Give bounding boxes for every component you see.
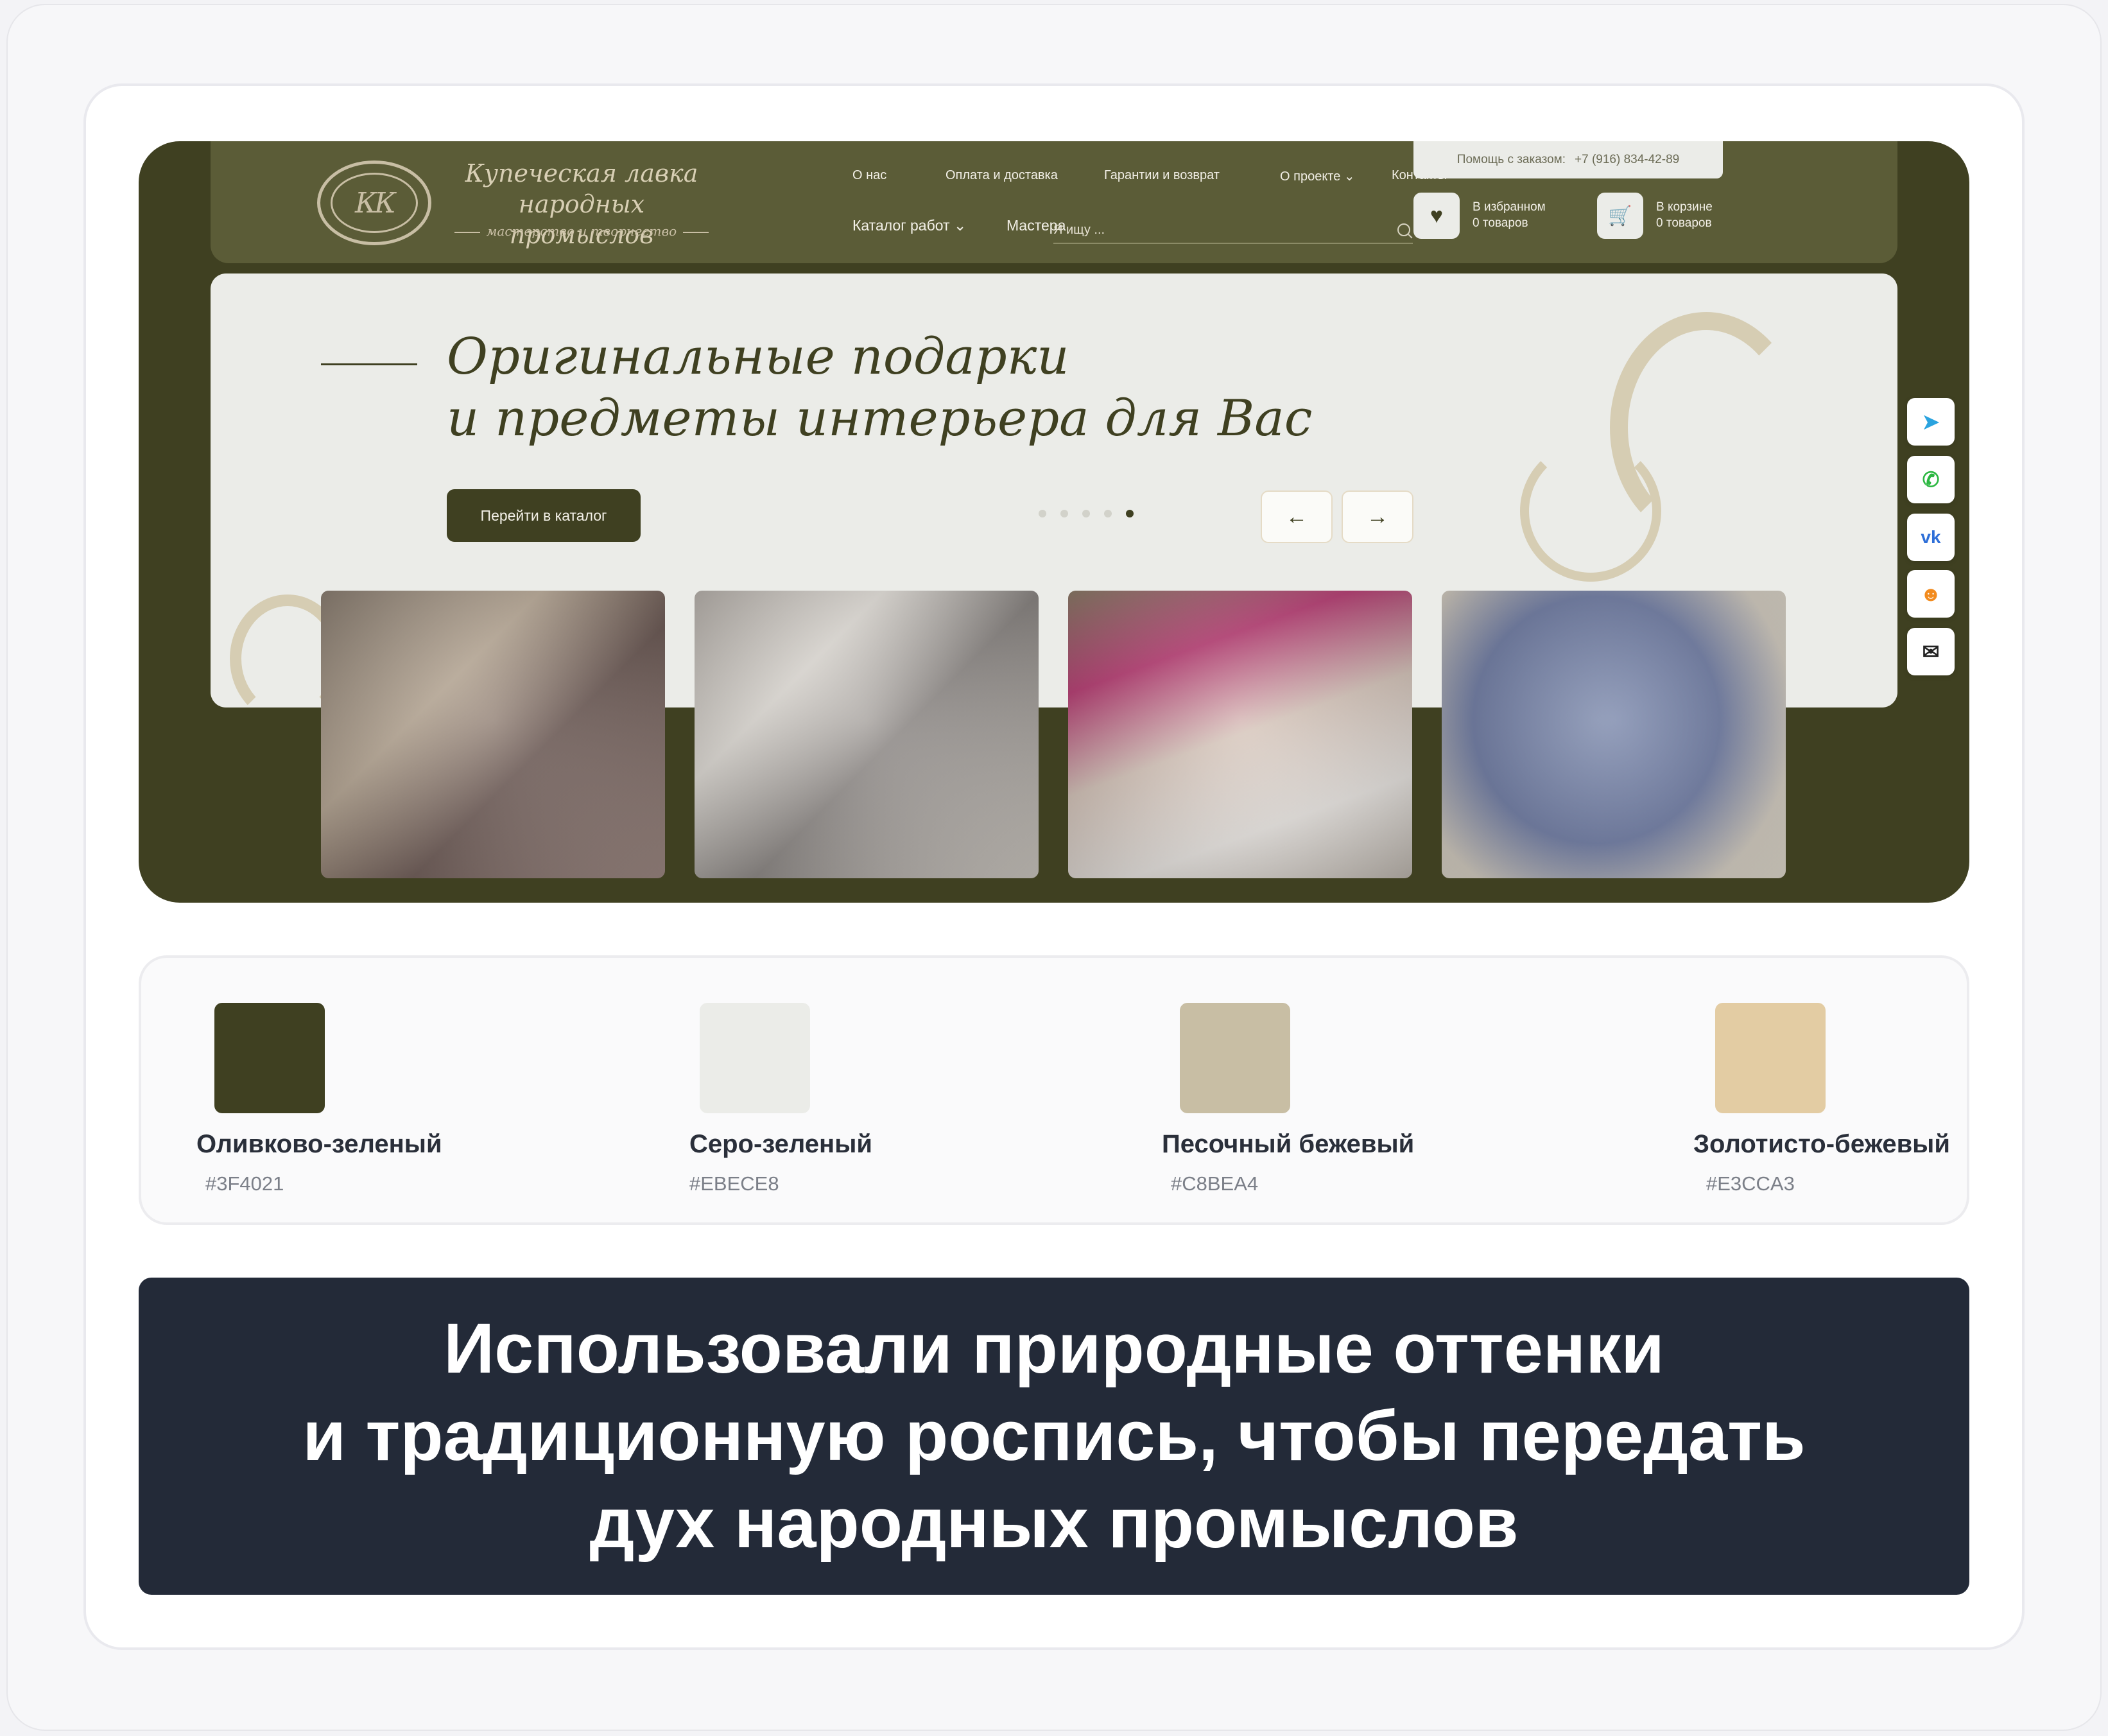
swatch-hex: #EBECE8 bbox=[689, 1172, 779, 1195]
search-input[interactable] bbox=[1053, 218, 1374, 241]
help-order: Помощь с заказом: +7 (916) 834-42-89 bbox=[1413, 141, 1723, 178]
cart-icon: 🛒 bbox=[1608, 205, 1632, 227]
swatch-golden-beige bbox=[1715, 1003, 1826, 1113]
slider-dot[interactable] bbox=[1104, 510, 1112, 517]
swatch-hex: #3F4021 bbox=[205, 1172, 284, 1195]
logo-subtitle-text: мастерство и творчество bbox=[486, 223, 677, 239]
swatch-name: Оливково-зеленый bbox=[196, 1130, 442, 1158]
nav-payment-delivery[interactable]: Оплата и доставка bbox=[946, 168, 1058, 183]
caption-line2: и традиционную роспись, чтобы передать bbox=[302, 1396, 1806, 1475]
site-header: КК Купеческая лавка народных промыслов м… bbox=[211, 141, 1897, 263]
hero-title-line2: и предметы интерьера для Вас bbox=[447, 390, 1313, 447]
whatsapp-icon[interactable]: ✆ bbox=[1907, 456, 1955, 503]
product-photo-jewelry-dish[interactable] bbox=[695, 591, 1039, 878]
logo-emblem[interactable]: КК bbox=[317, 161, 431, 245]
go-to-catalog-button[interactable]: Перейти в каталог bbox=[447, 489, 641, 542]
cart-label[interactable]: В корзине 0 товаров bbox=[1656, 199, 1713, 231]
slider-dot[interactable] bbox=[1039, 510, 1046, 517]
product-photo-flower-vase[interactable] bbox=[1068, 591, 1412, 878]
vk-icon[interactable]: vk bbox=[1907, 514, 1955, 561]
favorites-button[interactable]: ♥ bbox=[1413, 193, 1460, 239]
nav-warranty-returns[interactable]: Гарантии и возврат bbox=[1104, 168, 1220, 183]
heart-icon: ♥ bbox=[1430, 203, 1444, 228]
cart-count: 0 товаров bbox=[1656, 216, 1712, 230]
swatch-name: Песочный бежевый bbox=[1162, 1130, 1415, 1158]
swatch-hex: #C8BEA4 bbox=[1171, 1172, 1259, 1195]
swatch-name: Серо-зеленый bbox=[689, 1130, 872, 1158]
nav-about[interactable]: О нас bbox=[852, 168, 886, 183]
slider-dot[interactable] bbox=[1082, 510, 1090, 517]
arrow-left-icon: ← bbox=[1286, 504, 1308, 529]
swatch-olive-green bbox=[214, 1003, 325, 1113]
caption-text: Использовали природные оттенки и традици… bbox=[302, 1305, 1805, 1567]
favorites-label[interactable]: В избранном 0 товаров bbox=[1473, 199, 1546, 231]
favorites-count: 0 товаров bbox=[1473, 216, 1528, 230]
nav-catalog[interactable]: Каталог работ ⌄ bbox=[852, 217, 966, 234]
caption-banner: Использовали природные оттенки и традици… bbox=[139, 1278, 1969, 1595]
nav-project[interactable]: О проекте ⌄ bbox=[1280, 168, 1355, 184]
logo-title-line2: народных промыслов bbox=[509, 190, 654, 249]
cart-title: В корзине bbox=[1656, 200, 1713, 214]
telegram-icon[interactable]: ➤ bbox=[1907, 398, 1955, 446]
logo-emblem-inner: КК bbox=[331, 173, 418, 233]
slider-dot[interactable] bbox=[1060, 510, 1068, 517]
hero-title-line1: Оригинальные подарки bbox=[447, 328, 1069, 386]
logo-mark: КК bbox=[354, 186, 396, 220]
mail-icon[interactable]: ✉ bbox=[1907, 628, 1955, 675]
ornament-swirl-small bbox=[1520, 440, 1661, 582]
slider-dot-active[interactable] bbox=[1126, 510, 1134, 517]
search-icon[interactable] bbox=[1397, 223, 1410, 236]
swatch-sand-beige bbox=[1180, 1003, 1290, 1113]
logo-title-line1: Купеческая лавка bbox=[465, 159, 698, 187]
slider-prev-button[interactable]: ← bbox=[1261, 490, 1333, 543]
caption-line1: Использовали природные оттенки bbox=[444, 1309, 1664, 1388]
color-palette: Оливково-зеленый #3F4021 Серо-зеленый #E… bbox=[139, 955, 1969, 1225]
hero-accent-line bbox=[321, 363, 417, 365]
caption-line3: дух народных промыслов bbox=[589, 1484, 1519, 1563]
swatch-gray-green bbox=[700, 1003, 810, 1113]
swatch-name: Золотисто-бежевый bbox=[1693, 1130, 1950, 1158]
slider-dots bbox=[1039, 510, 1134, 517]
product-photo-epoxy-clock[interactable] bbox=[1442, 591, 1786, 878]
slider-next-button[interactable]: → bbox=[1342, 490, 1413, 543]
cart-button[interactable]: 🛒 bbox=[1597, 193, 1643, 239]
product-photo-spools[interactable] bbox=[321, 591, 665, 878]
search-bar bbox=[1053, 218, 1413, 244]
hero-title: Оригинальные подарки и предметы интерьер… bbox=[447, 326, 1345, 449]
swatch-hex: #E3CCA3 bbox=[1706, 1172, 1795, 1195]
favorites-title: В избранном bbox=[1473, 200, 1546, 214]
help-label: Помощь с заказом: bbox=[1456, 153, 1566, 166]
help-phone[interactable]: +7 (916) 834-42-89 bbox=[1575, 153, 1679, 167]
logo-subtitle: мастерство и творчество bbox=[447, 223, 716, 239]
odnoklassniki-icon[interactable]: ☻ bbox=[1907, 570, 1955, 618]
arrow-right-icon: → bbox=[1367, 504, 1388, 529]
site-mockup: КК Купеческая лавка народных промыслов м… bbox=[139, 141, 1969, 903]
